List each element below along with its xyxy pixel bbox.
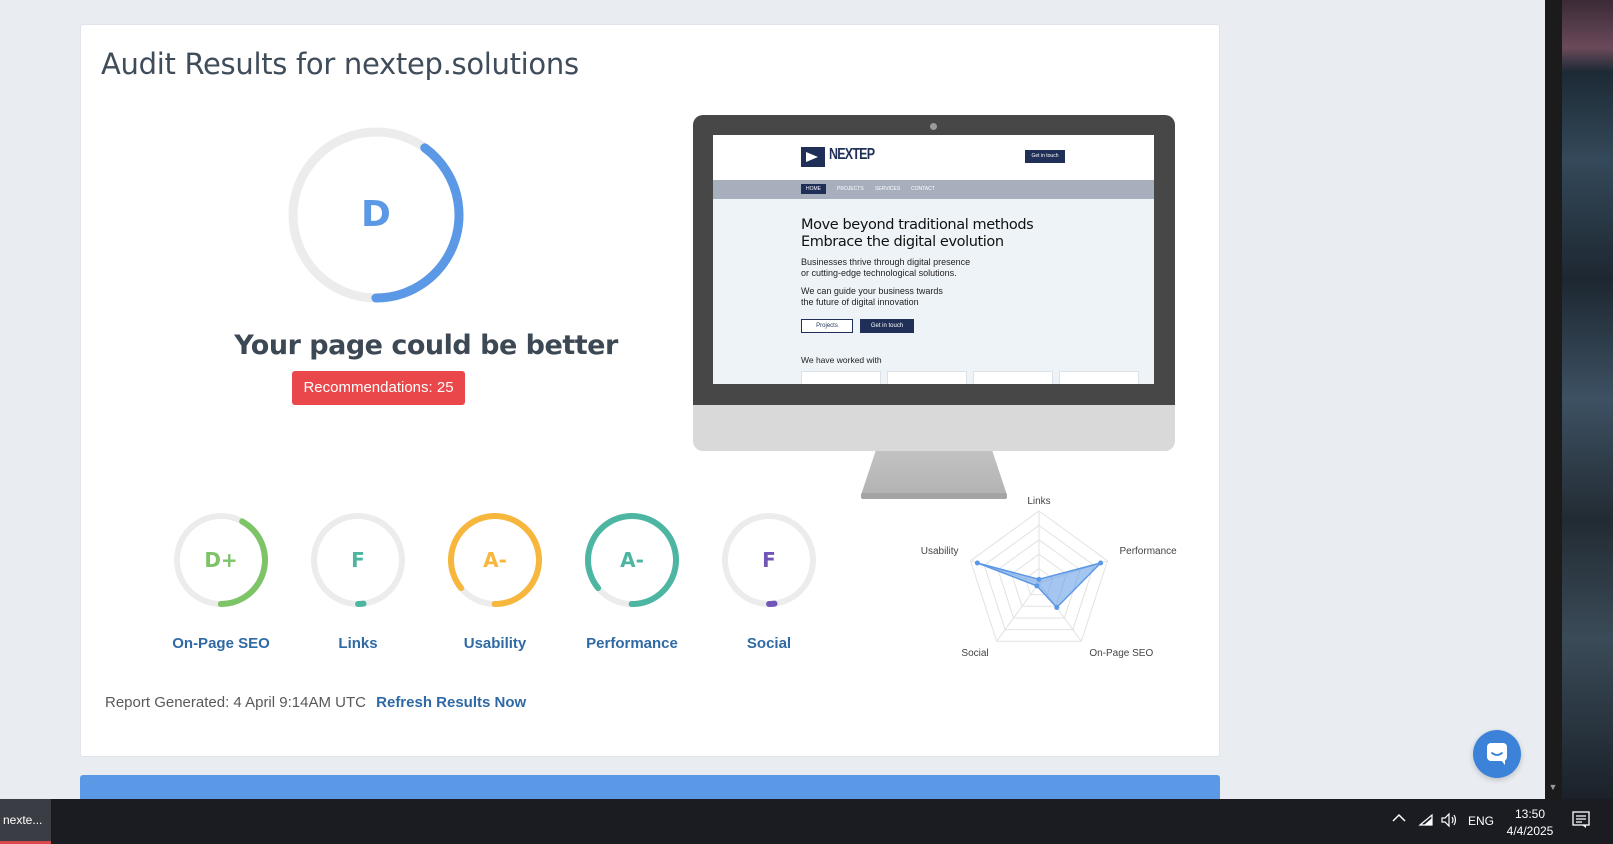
site-nav: HOME PROJECTS SERVICES CONTACT — [713, 180, 1154, 199]
site-logo-text: NEXTEP — [829, 146, 875, 163]
site-preview-monitor: NEXTEP Get in touch HOME PROJECTS SERVIC… — [693, 115, 1175, 499]
grade-ring-performance[interactable]: A- — [582, 510, 682, 610]
clock-date: 4/4/2025 — [1506, 824, 1554, 838]
grade-letter: F — [351, 548, 365, 572]
site-projects-button: Projects — [801, 319, 853, 333]
report-footer: Report Generated: 4 April 9:14AM UTC Ref… — [105, 694, 526, 711]
scroll-down-arrow-icon[interactable]: ▼ — [1546, 780, 1560, 794]
report-generated-text: Report Generated: 4 April 9:14AM UTC — [105, 694, 366, 711]
grade-ring-links[interactable]: F — [308, 510, 408, 610]
refresh-results-link[interactable]: Refresh Results Now — [376, 694, 526, 711]
grade-label[interactable]: On-Page SEO — [151, 635, 291, 652]
site-logo-icon — [801, 147, 825, 167]
grade-label[interactable]: Performance — [562, 635, 702, 652]
radar-point — [1054, 604, 1060, 610]
site-nav-services: SERVICES — [875, 186, 901, 192]
radar-axis-label: On-Page SEO — [1089, 648, 1153, 659]
radar-axis-label: Performance — [1119, 546, 1177, 557]
radar-axis-label: Social — [961, 648, 988, 659]
radar-point — [974, 560, 980, 566]
grade-letter: D+ — [204, 548, 238, 572]
site-paragraph-1b: or cutting-edge technological solutions. — [801, 268, 957, 278]
network-icon[interactable] — [1418, 813, 1434, 830]
grade-letter: F — [762, 548, 776, 572]
radar-chart: Links Performance On-Page SEO Social Usabili… — [921, 496, 1177, 659]
chat-widget-button[interactable] — [1473, 730, 1521, 778]
site-header-button: Get in touch — [1025, 150, 1065, 163]
chevron-up-icon[interactable] — [1392, 812, 1406, 826]
audit-card: Audit Results for nextep.solutions D You… — [80, 24, 1220, 757]
client-logo — [1059, 371, 1139, 384]
client-logo — [801, 371, 881, 384]
radar-axis-label: Usability — [921, 546, 959, 557]
chat-icon — [1487, 743, 1507, 765]
browser-viewport: Audit Results for nextep.solutions D You… — [0, 0, 1545, 799]
notification-icon[interactable] — [1572, 811, 1590, 832]
grade-ring-social[interactable]: F — [719, 510, 819, 610]
overall-grade-ring: D — [286, 125, 466, 305]
language-indicator[interactable]: ENG — [1468, 814, 1494, 828]
volume-icon[interactable] — [1440, 812, 1458, 831]
grade-letter: A- — [620, 548, 644, 572]
grade-label[interactable]: Usability — [425, 635, 565, 652]
grade-letter: A- — [483, 548, 507, 572]
site-client-logos — [801, 371, 1141, 384]
radar-point — [1098, 560, 1104, 566]
monitor-camera — [930, 123, 937, 130]
site-get-in-touch-button: Get in touch — [860, 319, 914, 333]
site-paragraph-2a: We can guide your business twards — [801, 286, 943, 296]
grade-label[interactable]: Links — [288, 635, 428, 652]
page-title: Audit Results for nextep.solutions — [101, 47, 579, 81]
verdict-heading: Your page could be better — [234, 330, 618, 361]
site-paragraph-2: We can guide your business twards the fu… — [801, 286, 943, 308]
page-scrollbar[interactable] — [1545, 0, 1562, 799]
monitor-chin — [693, 405, 1175, 451]
site-paragraph-1: Businesses thrive through digital presen… — [801, 257, 970, 279]
radar-point — [1036, 576, 1042, 582]
site-header: NEXTEP Get in touch — [713, 135, 1154, 180]
site-screenshot: NEXTEP Get in touch HOME PROJECTS SERVIC… — [713, 135, 1154, 384]
clock[interactable]: 13:50 4/4/2025 — [1502, 806, 1558, 840]
radar-axis-label: Links — [1027, 496, 1050, 507]
site-headline-line2: Embrace the digital evolution — [801, 234, 1004, 250]
desktop-background — [1562, 0, 1613, 799]
site-paragraph-2b: the future of digital innovation — [801, 297, 919, 307]
taskbar-app-button[interactable]: nexte... — [0, 799, 51, 844]
site-nav-projects: PROJECTS — [837, 186, 864, 192]
overall-grade-letter: D — [361, 194, 391, 235]
site-paragraph-1a: Businesses thrive through digital presen… — [801, 257, 971, 267]
client-logo — [887, 371, 967, 384]
taskbar: nexte... ENG 13:50 4/4/2025 — [0, 799, 1613, 844]
site-headline: Move beyond traditional methods Embrace … — [801, 217, 1034, 251]
next-section-panel — [80, 775, 1220, 799]
grade-label[interactable]: Social — [699, 635, 839, 652]
site-nav-contact: CONTACT — [911, 186, 935, 192]
site-headline-line1: Move beyond traditional methods — [801, 217, 1034, 233]
grade-ring-on-page-seo[interactable]: D+ — [171, 510, 271, 610]
radar-point — [1034, 583, 1040, 589]
client-logo — [973, 371, 1053, 384]
site-nav-home: HOME — [801, 184, 826, 194]
grade-ring-usability[interactable]: A- — [445, 510, 545, 610]
recommendations-badge[interactable]: Recommendations: 25 — [292, 371, 465, 405]
clock-time: 13:50 — [1514, 807, 1546, 821]
site-worked-with: We have worked with — [801, 355, 882, 365]
